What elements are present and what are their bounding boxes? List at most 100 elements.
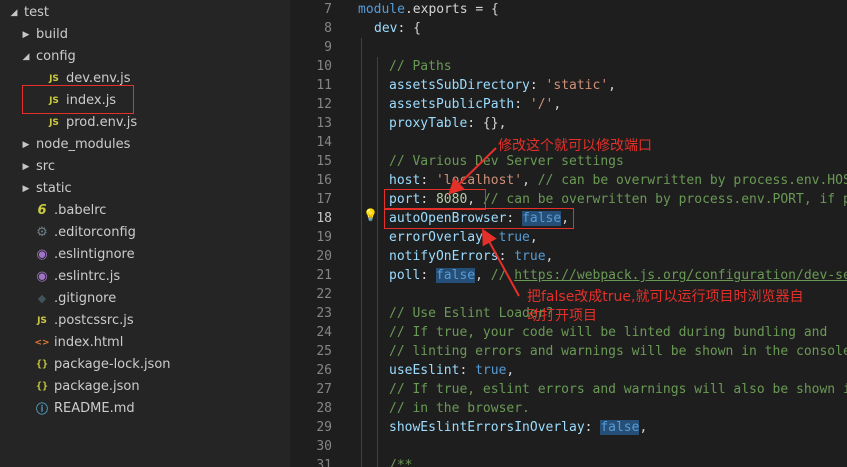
code-token: false <box>600 420 640 435</box>
browser-annotation-line1: 把false改成true,就可以运行项目时浏览器自 <box>527 289 804 305</box>
code-token: : <box>420 173 436 188</box>
line-number: 30 <box>316 439 332 454</box>
code-token: : <box>584 420 601 435</box>
line-number: 11 <box>316 78 332 93</box>
js-file-icon: JS <box>49 118 59 128</box>
code-token: // can be overwritten by process.env.POR… <box>482 192 847 207</box>
code-token: , <box>529 230 538 245</box>
chevron-right-icon[interactable]: ▶ <box>20 24 32 46</box>
tree-item-gitignore[interactable]: ◆ .gitignore <box>0 288 290 310</box>
code-line-20: notifyOnErrors: true, <box>389 247 553 266</box>
code-line-19: errorOverlay: true, <box>389 228 538 247</box>
code-token: : <box>498 249 515 264</box>
code-token: , <box>475 268 491 283</box>
code-token: true <box>514 249 546 264</box>
tree-item-label: src <box>36 159 55 174</box>
chevron-right-icon[interactable]: ▶ <box>20 178 32 200</box>
code-token: notifyOnErrors <box>389 249 499 264</box>
git-icon: ◆ <box>37 292 47 305</box>
code-token: : <box>514 97 530 112</box>
code-token: .exports = { <box>404 2 499 17</box>
tree-item-label: test <box>24 5 49 20</box>
tree-item-build[interactable]: ▶ build <box>0 24 290 46</box>
code-token: : <box>529 78 546 93</box>
code-line-28: // in the browser. <box>389 401 530 416</box>
tree-item-babelrc[interactable]: 6 .babelrc <box>0 200 290 222</box>
code-line-29: showEslintErrorsInOverlay: false, <box>389 418 647 437</box>
code-token: true <box>475 363 507 378</box>
tree-item-src[interactable]: ▶ src <box>0 156 290 178</box>
chevron-right-icon[interactable]: ▶ <box>20 134 32 156</box>
code-line-17: host: 'localhost', // can be overwritten… <box>389 171 847 190</box>
tree-item-readme-md[interactable]: ⓘ README.md <box>0 398 290 420</box>
line-number: 8 <box>324 21 332 36</box>
lightbulb-icon[interactable]: 💡 <box>363 208 378 222</box>
tree-item-index-html[interactable]: <> index.html <box>0 332 290 354</box>
line-number: 13 <box>316 116 332 131</box>
chevron-down-icon[interactable]: ◢ <box>20 46 32 68</box>
tree-item-label: build <box>36 27 68 42</box>
eslint-icon: ◉ <box>36 247 48 262</box>
tree-item-eslintignore[interactable]: ◉ .eslintignore <box>0 244 290 266</box>
json-icon: {} <box>35 359 49 370</box>
line-number: 25 <box>316 344 332 359</box>
chevron-down-icon[interactable]: ◢ <box>8 2 20 24</box>
line-number: 22 <box>316 287 332 302</box>
code-token: assetsSubDirectory <box>389 78 530 93</box>
code-token: 'static' <box>545 78 609 93</box>
code-token: // can be overwritten by process.env.HOS… <box>537 173 847 188</box>
tree-item-node-modules[interactable]: ▶ node_modules <box>0 134 290 156</box>
code-line-13: proxyTable: {}, <box>389 114 506 133</box>
line-number: 23 <box>316 306 332 321</box>
code-line-11: assetsSubDirectory: 'static', <box>389 76 616 95</box>
code-token: // <box>490 268 515 283</box>
line-number: 26 <box>316 363 332 378</box>
code-line-26: useEslint: true, <box>389 361 514 380</box>
code-editor[interactable]: 7 8 9 10 11 12 13 14 15 16 17 18 19 20 21 22 23 24 25 26 27 2… <box>290 0 847 467</box>
code-token: proxyTable <box>389 116 468 131</box>
code-token: dev <box>374 21 398 36</box>
line-number: 28 <box>316 401 332 416</box>
tree-item-label: config <box>36 49 76 64</box>
code-token: , <box>553 97 562 112</box>
code-token: , <box>545 249 554 264</box>
tree-item-static[interactable]: ▶ static <box>0 178 290 200</box>
code-token: module <box>358 2 405 17</box>
indent-guide <box>377 57 378 467</box>
tree-item-package-lock-json[interactable]: {} package-lock.json <box>0 354 290 376</box>
indent-guide <box>361 38 362 467</box>
tree-item-config[interactable]: ◢ config <box>0 46 290 68</box>
autoopen-highlight-box <box>384 208 574 229</box>
line-number: 29 <box>316 420 332 435</box>
code-token: : { <box>397 21 421 36</box>
tree-item-prod-env-js[interactable]: JS prod.env.js <box>0 112 290 134</box>
code-line-24: // If true, your code will be linted dur… <box>389 325 828 340</box>
line-number: 24 <box>316 325 332 340</box>
tree-item-label: .gitignore <box>54 291 117 306</box>
tree-item-eslintrc-js[interactable]: ◉ .eslintrc.js <box>0 266 290 288</box>
code-token: useEslint <box>389 363 460 378</box>
tree-item-label: package.json <box>54 379 140 394</box>
code-token: , <box>608 78 616 93</box>
code-line-25: // linting errors and warnings will be s… <box>389 344 847 359</box>
line-number: 9 <box>324 40 332 55</box>
code-token: 'localhost' <box>435 173 523 188</box>
tree-item-label: .postcssrc.js <box>54 313 134 328</box>
port-highlight-box <box>384 189 486 210</box>
eslint-icon: ◉ <box>36 269 48 284</box>
code-token: : <box>420 268 436 283</box>
code-line-31: /** <box>389 458 413 467</box>
tree-item-label: .eslintignore <box>54 247 135 262</box>
tree-item-test[interactable]: ◢ test <box>0 2 290 24</box>
tree-item-editorconfig[interactable]: ⚙ .editorconfig <box>0 222 290 244</box>
tree-item-postcssrc-js[interactable]: JS .postcssrc.js <box>0 310 290 332</box>
tree-item-package-json[interactable]: {} package.json <box>0 376 290 398</box>
chevron-right-icon[interactable]: ▶ <box>20 156 32 178</box>
code-line-7: module.exports = { <box>358 0 499 19</box>
line-number: 16 <box>316 173 332 188</box>
line-number: 27 <box>316 382 332 397</box>
code-token: assetsPublicPath <box>389 97 515 112</box>
code-link[interactable]: https://webpack.js.org/configuration/dev… <box>514 268 847 283</box>
code-line-8: dev: { <box>374 19 421 38</box>
port-annotation: 修改这个就可以修改端口 <box>498 138 652 154</box>
